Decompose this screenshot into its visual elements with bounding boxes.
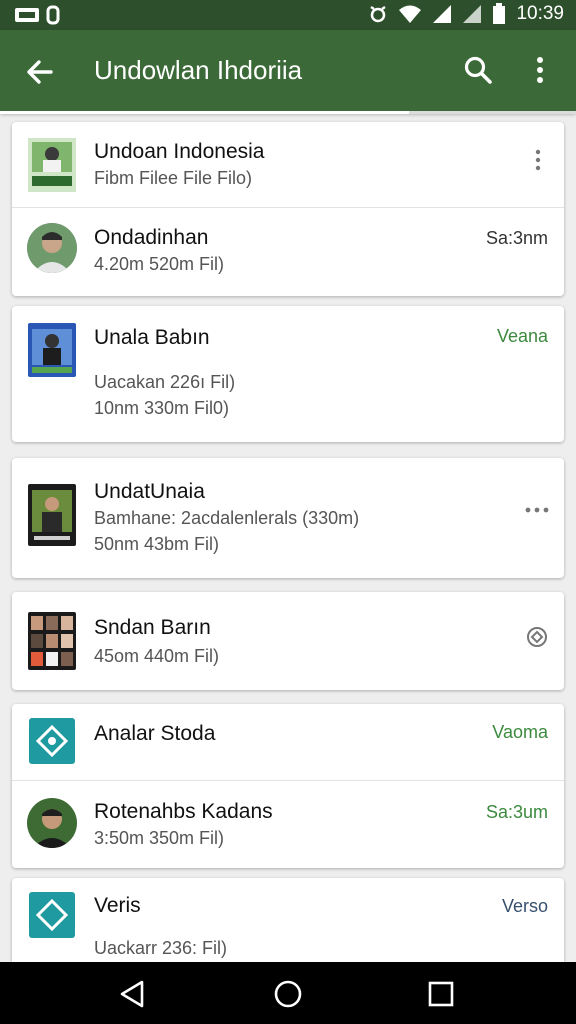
- sim-icon: [15, 8, 39, 22]
- loading-progress: [0, 111, 576, 114]
- person-avatar-icon: [27, 223, 77, 273]
- progress-fill: [0, 111, 409, 114]
- app-tile: [29, 718, 75, 764]
- home-circle-icon[interactable]: [272, 978, 304, 1010]
- image-thumbnail-icon: [28, 138, 76, 192]
- file-subtitle: Bamhane: 2acdalenlerals (330m): [94, 508, 360, 528]
- file-card[interactable]: Analar Stoda Vaoma Rotenahbs Kadans 3:50…: [12, 704, 564, 868]
- file-time: Sa:3um: [485, 802, 548, 822]
- file-card[interactable]: Unala Babın Veana Uacakan 226ı Fil) 10nm…: [12, 306, 564, 442]
- wifi-icon: [399, 5, 422, 23]
- more-vert-icon[interactable]: [524, 54, 556, 86]
- app-tile: [29, 892, 75, 938]
- status-bar: 10:39: [0, 0, 576, 30]
- back-triangle-icon[interactable]: [116, 978, 148, 1010]
- file-card[interactable]: Veris Verso Uackarr 236: Fil): [12, 878, 564, 974]
- file-card[interactable]: Undoan Indonesia Fibm Filee File Filo) O…: [12, 122, 564, 296]
- diamond-icon: [35, 724, 69, 758]
- file-title: Veris: [94, 894, 141, 917]
- file-title: Ondadinhan: [94, 226, 209, 249]
- app-toolbar: Undowlan Ihdoriia: [0, 30, 576, 112]
- file-title: Sndan Barın: [94, 616, 211, 639]
- file-title: Rotenahbs Kadans: [94, 800, 273, 823]
- file-subtitle: Uackarr 236: Fil): [94, 938, 228, 958]
- file-subtitle: Fibm Filee File Filo): [94, 168, 253, 188]
- file-subtitle: 45om 440m Fil): [94, 646, 220, 666]
- file-time: Sa:3nm: [485, 228, 548, 248]
- file-title: Undoan Indonesia: [94, 140, 265, 163]
- file-thumbnail: [28, 484, 76, 546]
- file-title: Unala Babın: [94, 326, 210, 349]
- alarm-icon: [370, 5, 387, 23]
- recents-square-icon[interactable]: [426, 979, 456, 1009]
- file-detail: 10nm 330m Fil0): [94, 398, 230, 418]
- file-card[interactable]: Sndan Barın 45om 440m Fil): [12, 592, 564, 690]
- file-detail: 50nm 43bm Fil): [94, 534, 220, 554]
- diamond-icon[interactable]: [526, 626, 548, 648]
- diamond-icon: [35, 898, 69, 932]
- image-thumbnail-icon: [28, 484, 76, 546]
- file-status: Verso: [501, 896, 548, 916]
- signal-icon: [463, 5, 482, 23]
- file-thumbnail: [28, 138, 76, 192]
- more-vert-icon[interactable]: [528, 148, 548, 172]
- file-card[interactable]: UndatUnaia Bamhane: 2acdalenlerals (330m…: [12, 458, 564, 578]
- file-title: UndatUnaia: [94, 480, 205, 503]
- sync-icon: [46, 5, 60, 25]
- file-status: Veana: [496, 326, 548, 346]
- file-subtitle: 4.20m 520m Fil): [94, 254, 225, 274]
- file-title: Analar Stoda: [94, 722, 216, 745]
- row-divider: [12, 780, 564, 781]
- file-subtitle: 3:50m 350m Fil): [94, 828, 225, 848]
- avatar: [27, 223, 77, 273]
- file-subtitle: Uacakan 226ı Fil): [94, 372, 236, 392]
- file-thumbnail: [28, 612, 76, 670]
- avatar: [27, 798, 77, 848]
- status-time: 10:39: [516, 3, 564, 24]
- search-icon[interactable]: [462, 54, 494, 86]
- signal-icon: [433, 5, 452, 23]
- file-status: Vaoma: [492, 722, 548, 742]
- file-thumbnail: [28, 323, 76, 377]
- row-divider: [12, 207, 564, 208]
- image-thumbnail-icon: [28, 612, 76, 670]
- more-horiz-icon[interactable]: [524, 504, 550, 516]
- navigation-bar: [0, 962, 576, 1024]
- battery-icon: [493, 3, 506, 24]
- page-title: Undowlan Ihdoriia: [94, 55, 303, 85]
- person-avatar-icon: [27, 798, 77, 848]
- back-arrow-icon[interactable]: [22, 54, 58, 90]
- image-thumbnail-icon: [28, 323, 76, 377]
